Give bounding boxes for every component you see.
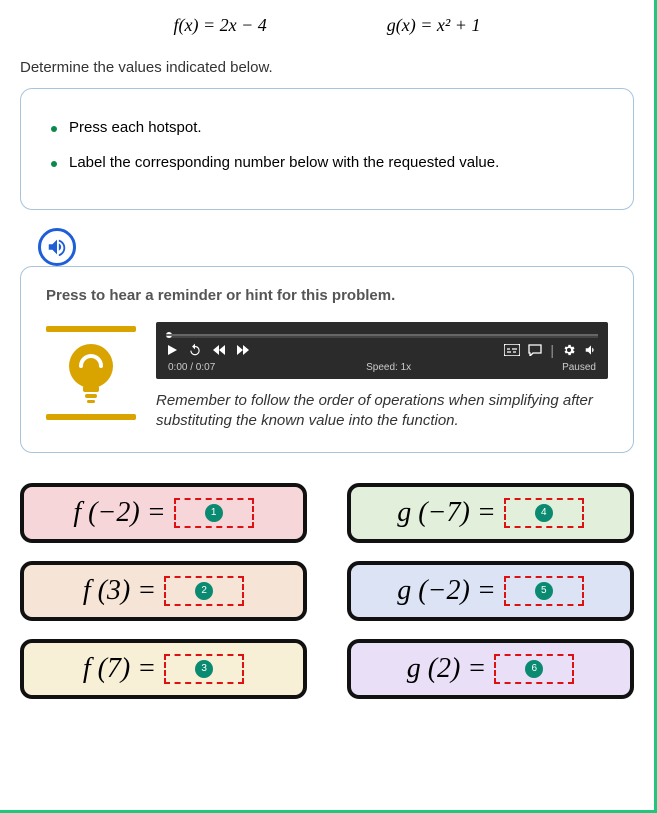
hotspot-grid: f (−2) = 1 g (−7) = 4 f (3) = 2 g (−2) =… [20, 483, 634, 699]
function-f: f(x) = 2x − 4 [174, 15, 267, 36]
badge-number: 5 [535, 582, 553, 600]
answer-slot-3[interactable]: 3 [164, 654, 244, 684]
answer-slot-2[interactable]: 2 [164, 576, 244, 606]
transcript-button[interactable] [528, 344, 542, 356]
player-state: Paused [562, 362, 596, 373]
answer-slot-5[interactable]: 5 [504, 576, 584, 606]
speaker-icon [46, 236, 68, 258]
instruction-item: Label the corresponding number below wit… [51, 154, 603, 171]
forward-button[interactable] [236, 344, 250, 356]
captions-icon [504, 344, 520, 356]
hotspot-f-3[interactable]: f (3) = 2 [20, 561, 307, 621]
badge-number: 4 [535, 504, 553, 522]
volume-button[interactable] [584, 343, 598, 357]
hotspot-f-7[interactable]: f (7) = 3 [20, 639, 307, 699]
seek-bar[interactable] [166, 330, 598, 338]
instruction-item: Press each hotspot. [51, 119, 603, 136]
function-definitions: f(x) = 2x − 4 g(x) = x² + 1 [20, 0, 634, 51]
badge-number: 2 [195, 582, 213, 600]
gear-icon [562, 343, 576, 357]
forward-icon [236, 344, 250, 356]
hotspot-label: f (−2) = [73, 497, 165, 529]
rewind-icon [212, 344, 226, 356]
play-button[interactable] [166, 344, 178, 356]
hotspot-label: g (−2) = [397, 575, 495, 607]
hint-video-player[interactable]: | 0:00 / 0:07 Speed: 1x Paused [156, 322, 608, 379]
exercise-page: f(x) = 2x − 4 g(x) = x² + 1 Determine th… [0, 0, 657, 813]
answer-slot-4[interactable]: 4 [504, 498, 584, 528]
divider: | [550, 342, 554, 358]
badge-number: 6 [525, 660, 543, 678]
hint-bulb-graphic [46, 322, 136, 424]
play-icon [166, 344, 178, 356]
answer-slot-1[interactable]: 1 [174, 498, 254, 528]
replay-icon [188, 343, 202, 357]
badge-number: 1 [205, 504, 223, 522]
hint-text: Remember to follow the order of operatio… [156, 391, 608, 432]
rewind-button[interactable] [212, 344, 226, 356]
volume-icon [584, 343, 598, 357]
audio-hint-button[interactable] [38, 228, 76, 266]
settings-button[interactable] [562, 343, 576, 357]
hint-box: Press to hear a reminder or hint for thi… [20, 266, 634, 453]
player-time: 0:00 / 0:07 [168, 362, 215, 373]
instructions-box: Press each hotspot. Label the correspond… [20, 88, 634, 210]
hotspot-label: g (−7) = [397, 497, 495, 529]
replay-button[interactable] [188, 343, 202, 357]
captions-button[interactable] [504, 344, 520, 356]
function-g: g(x) = x² + 1 [387, 15, 481, 36]
lightbulb-icon [61, 338, 121, 408]
prompt-text: Determine the values indicated below. [20, 59, 634, 76]
player-speed: Speed: 1x [366, 362, 411, 373]
hotspot-g-neg2[interactable]: g (−2) = 5 [347, 561, 634, 621]
hotspot-label: f (7) = [83, 653, 156, 685]
hint-title: Press to hear a reminder or hint for thi… [46, 287, 608, 304]
answer-slot-6[interactable]: 6 [494, 654, 574, 684]
hotspot-label: g (2) = [407, 653, 487, 685]
hotspot-label: f (3) = [83, 575, 156, 607]
hotspot-g-neg7[interactable]: g (−7) = 4 [347, 483, 634, 543]
hotspot-g-2[interactable]: g (2) = 6 [347, 639, 634, 699]
hotspot-f-neg2[interactable]: f (−2) = 1 [20, 483, 307, 543]
transcript-icon [528, 344, 542, 356]
badge-number: 3 [195, 660, 213, 678]
